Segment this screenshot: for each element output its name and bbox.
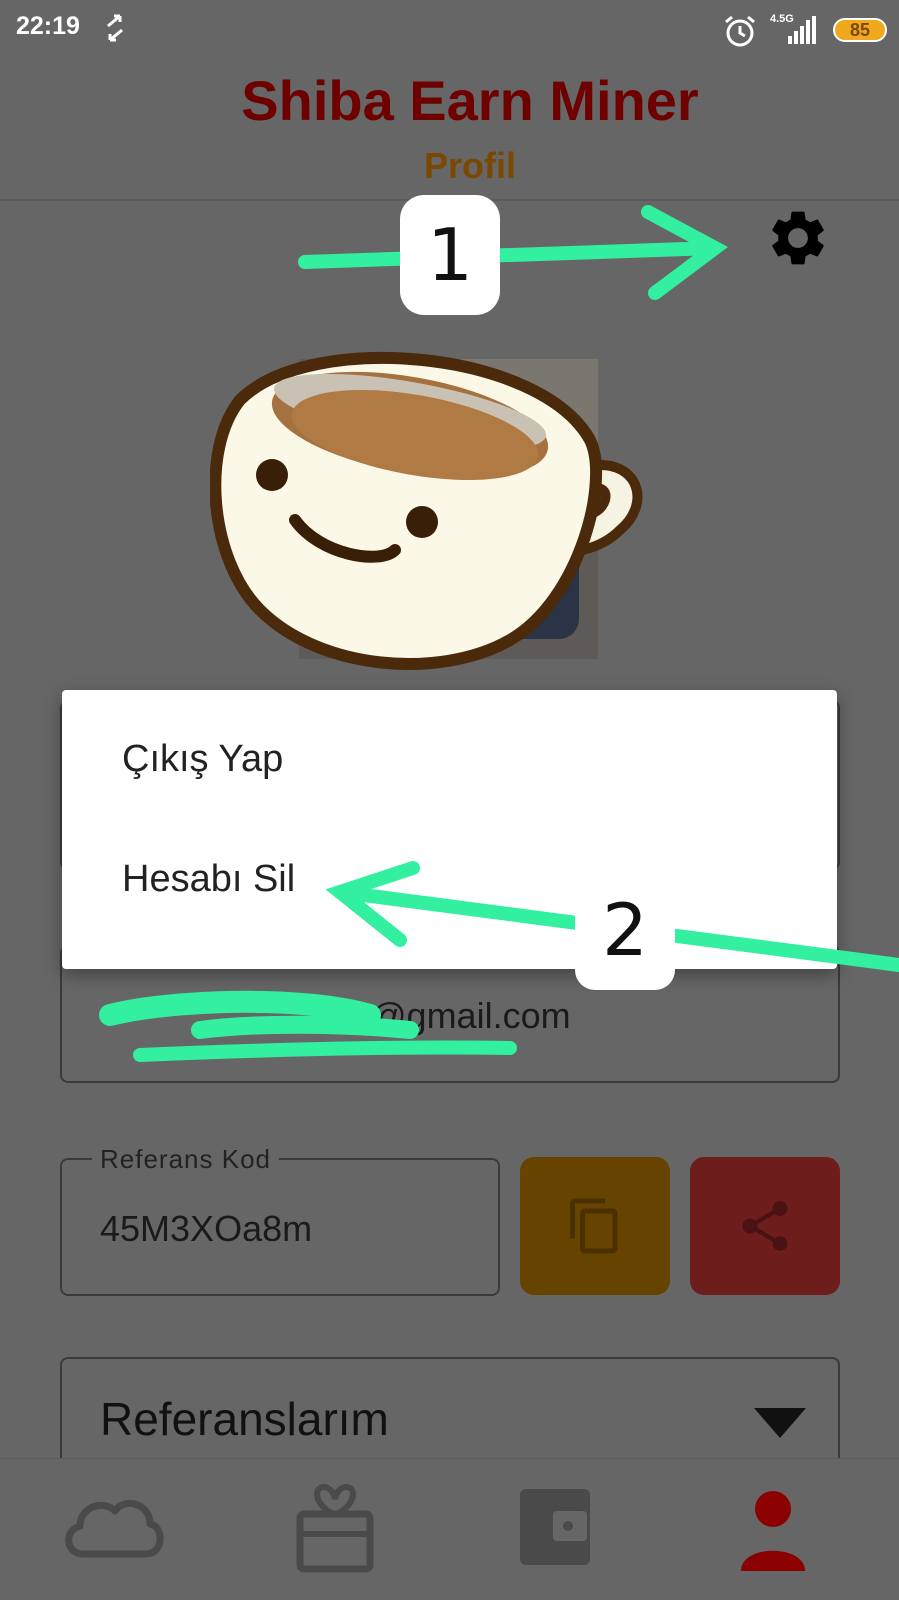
status-time: 22:19 [16,12,80,40]
signal-icon [788,16,816,44]
email-domain: @gmail.com [370,995,571,1036]
referral-code-label: Referans Kod [92,1144,279,1175]
sync-icon [107,14,123,42]
settings-menu: Çıkış Yap Hesabı Sil [62,690,837,969]
menu-item-delete-account[interactable]: Hesabı Sil [122,858,295,901]
gear-icon[interactable] [765,205,831,271]
referral-code-value: 45M3XOa8m [100,1208,313,1249]
chevron-down-icon[interactable] [754,1408,806,1438]
referrals-title: Referanslarım [100,1393,389,1445]
app-title: Shiba Earn Miner [241,69,699,132]
battery-icon: 85 [833,18,887,42]
alarm-icon [725,15,755,47]
wallet-icon[interactable] [508,1479,618,1579]
gift-icon[interactable] [282,1479,392,1579]
copy-button[interactable] [520,1157,670,1295]
email-value: @gmail.com [100,995,571,1037]
copy-icon [570,1198,618,1254]
person-icon[interactable] [733,1479,843,1579]
page-title: Profil [423,145,516,186]
menu-item-logout[interactable]: Çıkış Yap [122,738,283,781]
annotation-step-1: 1 [400,195,500,315]
share-button[interactable] [690,1157,840,1295]
annotation-step-2: 2 [575,870,675,990]
share-icon [742,1201,788,1251]
coffee-cup-sticker [210,352,643,670]
cloud-icon[interactable] [58,1479,168,1579]
bottom-nav [0,1458,899,1600]
